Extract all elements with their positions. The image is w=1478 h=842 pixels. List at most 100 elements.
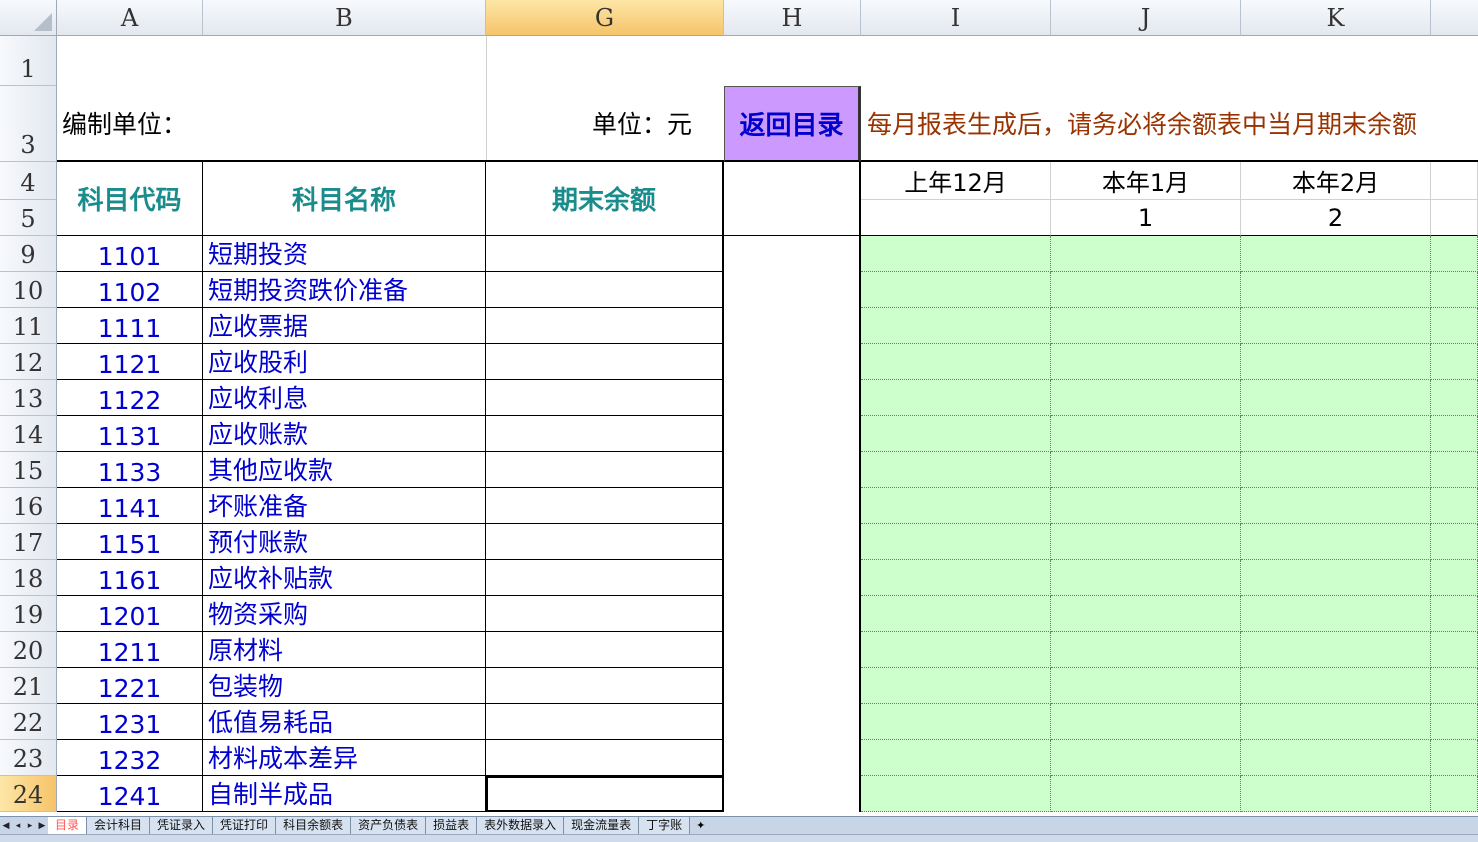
ending-balance-cell[interactable] [486, 236, 724, 272]
account-code-cell[interactable]: 1131 [57, 416, 203, 452]
period-balance-cell[interactable] [1431, 488, 1478, 524]
period-balance-cell[interactable] [1051, 344, 1241, 380]
account-code-cell[interactable]: 1201 [57, 596, 203, 632]
account-code-cell[interactable]: 1232 [57, 740, 203, 776]
period-balance-cell[interactable] [861, 596, 1051, 632]
period-balance-cell[interactable] [1241, 308, 1431, 344]
period-balance-cell[interactable] [861, 560, 1051, 596]
period-balance-cell[interactable] [1241, 344, 1431, 380]
period-balance-cell[interactable] [861, 452, 1051, 488]
column-h-cell[interactable] [724, 596, 861, 632]
period-balance-cell[interactable] [1051, 488, 1241, 524]
period-balance-cell[interactable] [1051, 560, 1241, 596]
period-balance-cell[interactable] [861, 416, 1051, 452]
row-header[interactable]: 14 [0, 416, 57, 452]
sheet-tab[interactable]: 表外数据录入 [477, 817, 565, 834]
account-code-cell[interactable]: 1111 [57, 308, 203, 344]
period-balance-cell[interactable] [861, 668, 1051, 704]
account-name-cell[interactable]: 应收利息 [203, 380, 486, 416]
period-balance-cell[interactable] [1241, 632, 1431, 668]
period-balance-cell[interactable] [1431, 524, 1478, 560]
account-name-cell[interactable]: 应收股利 [203, 344, 486, 380]
column-h-cell[interactable] [724, 452, 861, 488]
period-balance-cell[interactable] [1431, 416, 1478, 452]
period-balance-cell[interactable] [1241, 668, 1431, 704]
ending-balance-cell[interactable] [486, 452, 724, 488]
period-balance-cell[interactable] [1431, 704, 1478, 740]
period-balance-cell[interactable] [1051, 740, 1241, 776]
column-header-i[interactable]: I [861, 0, 1051, 36]
ending-balance-cell[interactable] [486, 272, 724, 308]
account-name-cell[interactable]: 包装物 [203, 668, 486, 704]
period-balance-cell[interactable] [1241, 596, 1431, 632]
column-header-j[interactable]: J [1051, 0, 1241, 36]
account-name-cell[interactable]: 预付账款 [203, 524, 486, 560]
ending-balance-cell[interactable] [486, 596, 724, 632]
period-balance-cell[interactable] [1241, 488, 1431, 524]
account-code-cell[interactable]: 1211 [57, 632, 203, 668]
column-header-g[interactable]: G [486, 0, 724, 36]
column-h-cell[interactable] [724, 524, 861, 560]
period-balance-cell[interactable] [1051, 524, 1241, 560]
row-header[interactable]: 19 [0, 596, 57, 632]
account-code-cell[interactable]: 1141 [57, 488, 203, 524]
column-h-cell[interactable] [724, 416, 861, 452]
column-header-a[interactable]: A [57, 0, 203, 36]
row-header[interactable]: 9 [0, 236, 57, 272]
account-code-cell[interactable]: 1161 [57, 560, 203, 596]
period-balance-cell[interactable] [1051, 452, 1241, 488]
sheet-tab[interactable]: 凭证打印 [213, 817, 277, 834]
column-h-cell[interactable] [724, 272, 861, 308]
period-balance-cell[interactable] [1431, 740, 1478, 776]
period-balance-cell[interactable] [1241, 524, 1431, 560]
period-balance-cell[interactable] [1241, 704, 1431, 740]
column-h-cell[interactable] [724, 776, 861, 812]
row-header[interactable]: 12 [0, 344, 57, 380]
column-header-h[interactable]: H [724, 0, 861, 36]
ending-balance-cell[interactable] [486, 668, 724, 704]
ending-balance-cell[interactable] [486, 416, 724, 452]
period-balance-cell[interactable] [1051, 272, 1241, 308]
row-header-4[interactable]: 4 [0, 162, 57, 200]
period-balance-cell[interactable] [1051, 596, 1241, 632]
account-code-cell[interactable]: 1101 [57, 236, 203, 272]
period-balance-cell[interactable] [1431, 452, 1478, 488]
period-balance-cell[interactable] [861, 632, 1051, 668]
account-code-cell[interactable]: 1133 [57, 452, 203, 488]
row-header[interactable]: 24 [0, 776, 57, 812]
ending-balance-cell[interactable] [486, 776, 724, 812]
period-balance-cell[interactable] [1241, 776, 1431, 812]
insert-sheet-icon[interactable]: ✦ [696, 819, 705, 832]
period-balance-cell[interactable] [1241, 740, 1431, 776]
row-header[interactable]: 16 [0, 488, 57, 524]
account-code-cell[interactable]: 1241 [57, 776, 203, 812]
period-balance-cell[interactable] [1431, 344, 1478, 380]
sheet-tab[interactable]: 资产负债表 [351, 817, 427, 834]
account-code-cell[interactable]: 1102 [57, 272, 203, 308]
last-sheet-icon[interactable]: ▶ [36, 821, 48, 831]
account-name-cell[interactable]: 短期投资跌价准备 [203, 272, 486, 308]
period-balance-cell[interactable] [1051, 380, 1241, 416]
account-name-cell[interactable]: 原材料 [203, 632, 486, 668]
period-balance-cell[interactable] [1431, 560, 1478, 596]
period-balance-cell[interactable] [861, 740, 1051, 776]
ending-balance-cell[interactable] [486, 632, 724, 668]
period-balance-cell[interactable] [1431, 272, 1478, 308]
row-header[interactable]: 17 [0, 524, 57, 560]
period-balance-cell[interactable] [1051, 776, 1241, 812]
account-name-cell[interactable]: 应收票据 [203, 308, 486, 344]
period-balance-cell[interactable] [861, 308, 1051, 344]
account-name-cell[interactable]: 坏账准备 [203, 488, 486, 524]
sheet-tab[interactable]: 现金流量表 [564, 817, 640, 834]
period-balance-cell[interactable] [861, 380, 1051, 416]
column-h-cell[interactable] [724, 704, 861, 740]
column-header-b[interactable]: B [203, 0, 486, 36]
ending-balance-cell[interactable] [486, 704, 724, 740]
period-balance-cell[interactable] [861, 524, 1051, 560]
sheet-tab[interactable]: 会计科目 [87, 817, 151, 834]
row-header[interactable]: 10 [0, 272, 57, 308]
row-header-5[interactable]: 5 [0, 200, 57, 236]
row-header[interactable]: 21 [0, 668, 57, 704]
period-balance-cell[interactable] [1431, 668, 1478, 704]
row-header[interactable]: 23 [0, 740, 57, 776]
